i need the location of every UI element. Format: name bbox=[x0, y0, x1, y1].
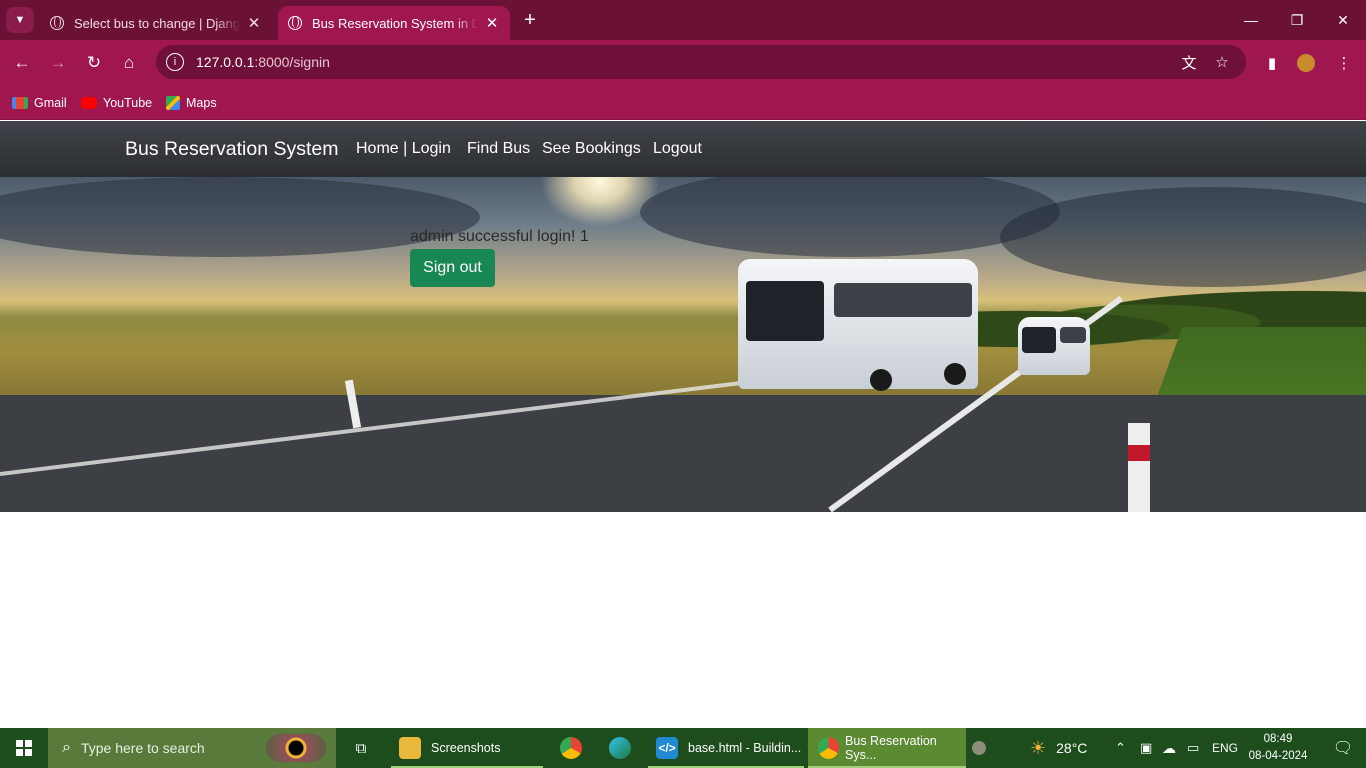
side-panel-icon[interactable]: ▮ bbox=[1261, 52, 1283, 74]
url-path: :8000/signin bbox=[254, 54, 330, 70]
hero-banner-image bbox=[0, 177, 1366, 512]
nav-home-login[interactable]: Home | Login bbox=[356, 140, 451, 158]
tab-search-button[interactable]: ▼ bbox=[6, 7, 34, 33]
bookmark-maps[interactable]: Maps bbox=[166, 93, 217, 113]
youtube-icon bbox=[81, 97, 97, 109]
bookmarks-bar: Gmail YouTube Maps bbox=[0, 86, 1366, 120]
translate-icon[interactable]: 文 bbox=[1179, 52, 1199, 72]
browser-tab-strip: ▼ Select bus to change | Django s ✕ Bus … bbox=[0, 0, 1366, 40]
tab-title: Select bus to change | Django s bbox=[74, 15, 240, 31]
nav-see-bookings[interactable]: See Bookings bbox=[542, 140, 641, 158]
browser-tab-django-admin[interactable]: Select bus to change | Django s ✕ bbox=[40, 6, 272, 40]
road-post bbox=[1128, 423, 1150, 512]
language-indicator[interactable]: ENG bbox=[1212, 728, 1238, 768]
chevron-down-icon: ▼ bbox=[14, 14, 26, 26]
forward-button[interactable]: → bbox=[43, 48, 73, 78]
taskbar-clock[interactable]: 08:49 08-04-2024 bbox=[1240, 731, 1316, 765]
url-host: 127.0.0.1 bbox=[196, 54, 255, 70]
bookmark-star-icon[interactable]: ☆ bbox=[1212, 52, 1232, 72]
windows-taskbar: ⌕ Type here to search ⧉ Screenshots </> … bbox=[0, 728, 1366, 768]
start-button[interactable] bbox=[0, 728, 48, 768]
app-icon bbox=[972, 741, 986, 755]
taskbar-app-vscode[interactable]: </> base.html - Buildin... bbox=[648, 728, 804, 768]
chevron-up-icon: ⌃ bbox=[1115, 740, 1126, 755]
weather-widget[interactable]: ☀ 28°C bbox=[1030, 728, 1087, 768]
taskbar-app-label: Bus Reservation Sys... bbox=[845, 734, 937, 762]
bookmark-gmail[interactable]: Gmail bbox=[12, 93, 67, 113]
nav-logout[interactable]: Logout bbox=[653, 140, 702, 158]
notification-center-button[interactable]: 🗨 bbox=[1320, 728, 1366, 768]
taskbar-app-label: base.html - Buildin... bbox=[688, 741, 802, 755]
bookmark-youtube[interactable]: YouTube bbox=[81, 93, 152, 113]
task-view-icon: ⧉ bbox=[355, 739, 367, 757]
cloud bbox=[640, 177, 1060, 257]
onedrive-cloud-icon[interactable]: ☁ bbox=[1162, 728, 1176, 768]
edge-icon bbox=[609, 737, 631, 759]
menu-kebab-icon[interactable]: ⋮ bbox=[1333, 52, 1355, 74]
bookmark-label: Gmail bbox=[34, 96, 67, 110]
search-icon: ⌕ bbox=[62, 739, 71, 756]
notification-icon: 🗨 bbox=[1332, 740, 1354, 757]
taskbar-app-edge[interactable] bbox=[609, 728, 633, 768]
sign-out-button[interactable]: Sign out bbox=[410, 249, 495, 287]
gmail-icon bbox=[12, 97, 28, 109]
reload-button[interactable]: ↻ bbox=[79, 48, 109, 78]
chrome-icon bbox=[818, 737, 840, 759]
reload-icon: ↻ bbox=[86, 53, 102, 72]
tray-overflow-button[interactable]: ⌃ bbox=[1115, 728, 1126, 768]
bookmark-label: YouTube bbox=[103, 96, 153, 110]
task-view-button[interactable]: ⧉ bbox=[346, 728, 376, 768]
taskbar-app-label: Screenshots bbox=[431, 741, 501, 755]
globe-icon bbox=[50, 16, 64, 30]
new-tab-button[interactable]: + bbox=[518, 8, 542, 32]
road bbox=[0, 395, 1366, 512]
profile-avatar[interactable] bbox=[1297, 54, 1315, 72]
language-label: ENG bbox=[1212, 741, 1239, 755]
taskbar-app-chrome[interactable] bbox=[560, 728, 584, 768]
bus-small bbox=[1018, 317, 1090, 375]
weather-sun-cloud-icon: ☀ bbox=[1030, 737, 1047, 758]
meet-now-icon[interactable]: ▣ bbox=[1140, 728, 1152, 768]
site-brand[interactable]: Bus Reservation System bbox=[125, 138, 339, 161]
taskbar-app-misc[interactable] bbox=[972, 728, 990, 768]
battery-icon[interactable]: ▭ bbox=[1187, 728, 1199, 768]
taskbar-search-box[interactable]: ⌕ Type here to search bbox=[48, 728, 336, 768]
chrome-icon bbox=[560, 737, 582, 759]
site-info-icon[interactable]: i bbox=[166, 53, 184, 71]
arrow-right-icon: → bbox=[49, 53, 67, 72]
minimize-button[interactable]: — bbox=[1228, 0, 1274, 40]
maps-icon bbox=[166, 96, 180, 110]
address-bar[interactable]: i 127.0.0.1:8000/signin 文 ☆ bbox=[156, 45, 1246, 79]
folder-icon bbox=[399, 737, 421, 759]
bus-large bbox=[738, 259, 978, 391]
home-icon: ⌂ bbox=[123, 53, 135, 72]
search-placeholder: Type here to search bbox=[80, 740, 205, 756]
search-highlight-image bbox=[266, 734, 326, 762]
vscode-icon: </> bbox=[656, 737, 678, 759]
browser-toolbar: ← → ↻ ⌂ i 127.0.0.1:8000/signin 文 ☆ ▮ ⋮ bbox=[0, 40, 1366, 86]
taskbar-app-screenshots[interactable]: Screenshots bbox=[391, 728, 543, 768]
close-tab-icon[interactable]: ✕ bbox=[246, 14, 262, 32]
browser-tab-bus-reservation[interactable]: Bus Reservation System in Djang ✕ bbox=[278, 6, 510, 40]
windows-logo-icon bbox=[16, 740, 32, 756]
nav-find-bus[interactable]: Find Bus bbox=[467, 140, 530, 158]
close-window-button[interactable]: ✕ bbox=[1320, 0, 1366, 40]
clock-date: 08-04-2024 bbox=[1248, 750, 1308, 762]
restore-button[interactable]: ❐ bbox=[1274, 0, 1320, 40]
site-navbar: Bus Reservation System Home | Login Find… bbox=[0, 121, 1366, 177]
bookmark-label: Maps bbox=[186, 96, 217, 110]
back-button[interactable]: ← bbox=[7, 48, 37, 78]
clock-time: 08:49 bbox=[1263, 733, 1293, 745]
globe-icon bbox=[288, 16, 302, 30]
weather-temperature: 28°C bbox=[1056, 740, 1088, 756]
close-tab-icon[interactable]: ✕ bbox=[484, 14, 500, 32]
login-flash-message: admin successful login! 1 bbox=[410, 228, 589, 245]
cloud bbox=[0, 177, 480, 257]
tab-title: Bus Reservation System in Djang bbox=[312, 15, 478, 31]
home-button[interactable]: ⌂ bbox=[114, 48, 144, 78]
arrow-left-icon: ← bbox=[13, 53, 31, 72]
taskbar-app-chrome-active[interactable]: Bus Reservation Sys... bbox=[808, 728, 966, 768]
